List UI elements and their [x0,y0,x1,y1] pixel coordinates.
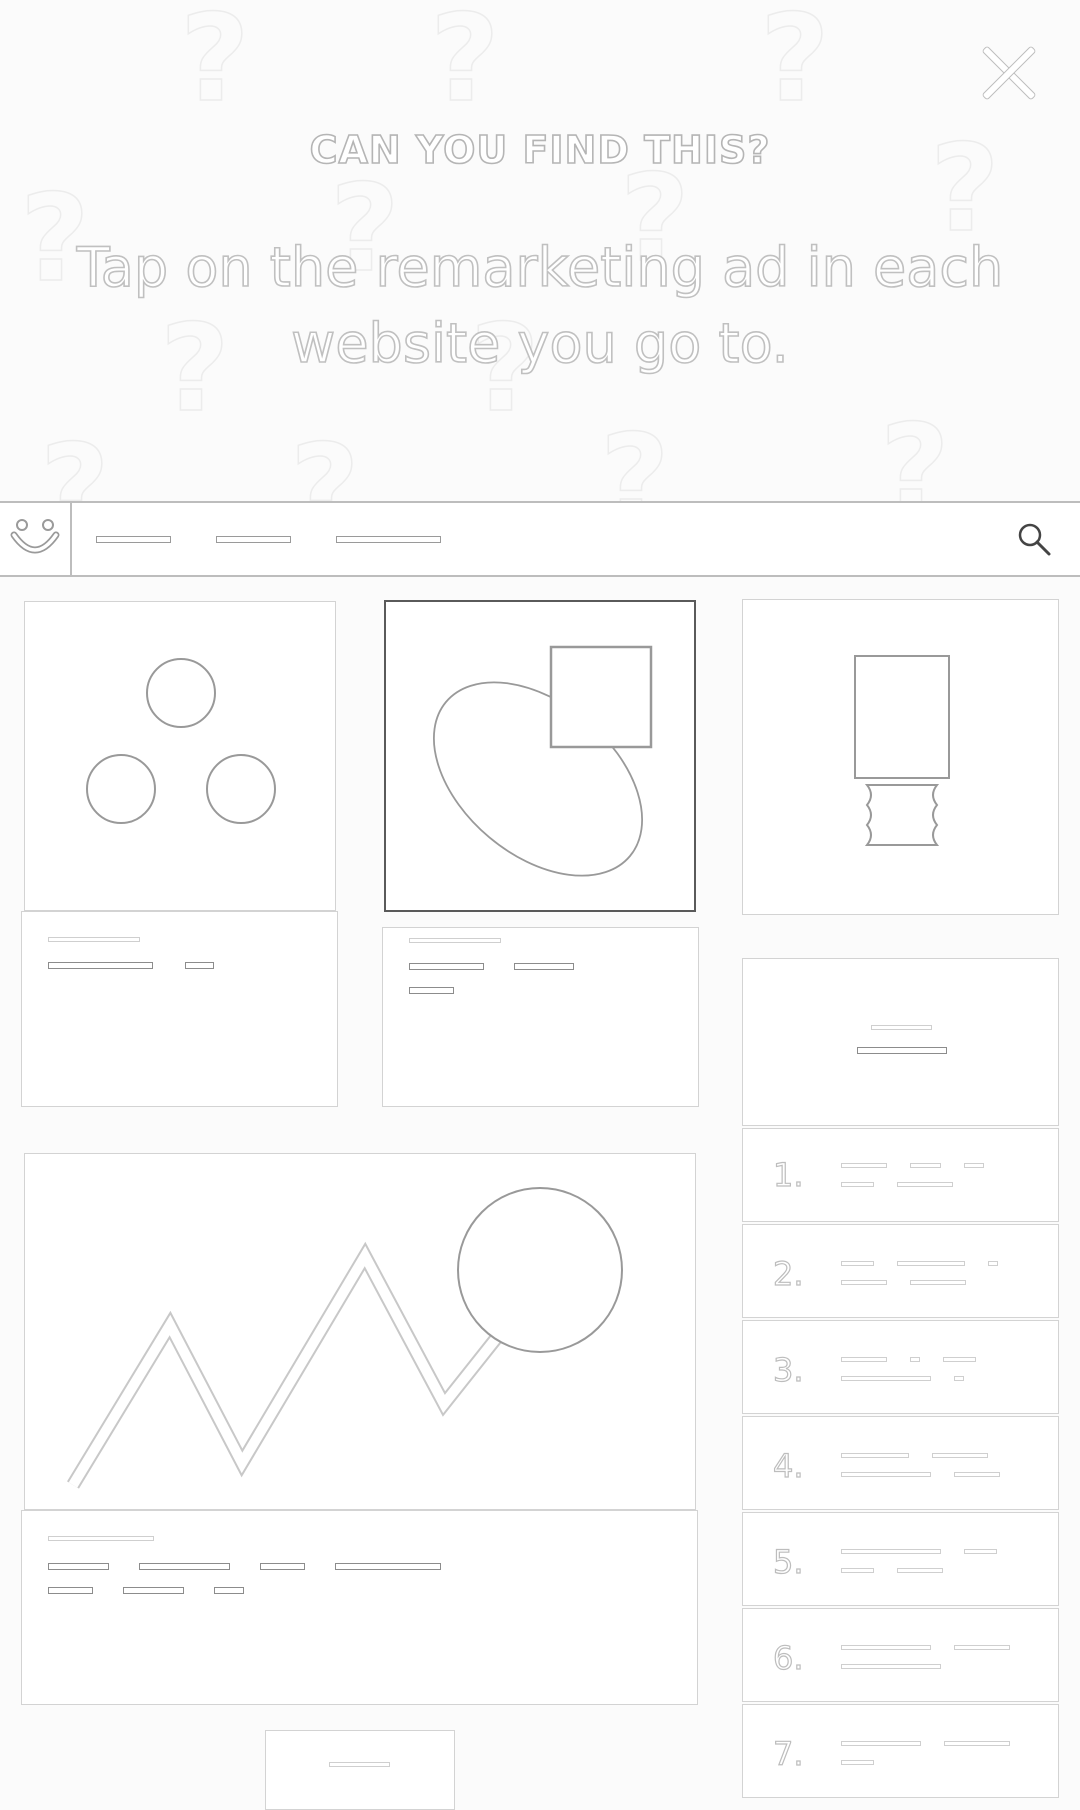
list-item[interactable]: 6. [742,1608,1059,1702]
list-item[interactable]: 1. [742,1128,1059,1222]
site-header-bar [0,501,1080,577]
list-item[interactable]: 4. [742,1416,1059,1510]
text-placeholder [841,1376,931,1381]
question-mark-icon: ? [429,0,500,130]
content-card-text[interactable] [742,958,1059,1126]
text-placeholder [841,1182,874,1187]
text-placeholder [871,1025,932,1030]
list-number: 2. [772,1254,804,1293]
text-placeholder [409,963,484,970]
text-placeholder [910,1357,920,1362]
close-icon[interactable] [978,42,1038,102]
content-card-text[interactable] [382,927,699,1107]
text-placeholder [988,1261,998,1266]
content-card-text[interactable] [21,911,338,1107]
text-placeholder [841,1163,887,1168]
text-placeholder [329,1762,390,1767]
list-item[interactable]: 5. [742,1512,1059,1606]
instruction-text: Tap on the remarketing ad in each websit… [76,235,1004,376]
text-placeholder [409,938,501,943]
list-item[interactable]: 3. [742,1320,1059,1414]
text-placeholder [48,962,153,969]
text-placeholder [841,1549,941,1554]
text-placeholder [123,1587,184,1594]
text-placeholder [841,1741,921,1746]
text-placeholder [897,1182,953,1187]
text-placeholder [897,1568,943,1573]
content-card-small[interactable] [265,1730,455,1810]
text-placeholder [48,1587,93,1594]
text-placeholder [841,1453,909,1458]
list-number: 7. [772,1734,804,1773]
text-placeholder [857,1047,947,1054]
text-placeholder [841,1664,941,1669]
list-item[interactable]: 2. [742,1224,1059,1318]
list-number: 1. [772,1155,804,1194]
text-placeholder [910,1280,966,1285]
text-placeholder [260,1563,305,1570]
text-placeholder [944,1741,1010,1746]
text-placeholder [932,1453,988,1458]
text-placeholder [841,1760,874,1765]
search-icon[interactable] [1016,521,1052,557]
text-placeholder [841,1261,874,1266]
text-placeholder [48,1536,154,1541]
content-card-text[interactable] [21,1510,698,1705]
page-heading: CAN YOU FIND THIS? [309,127,771,173]
text-placeholder [514,963,574,970]
text-placeholder [139,1563,230,1570]
text-placeholder [214,1587,244,1594]
remarketing-ad-card[interactable] [384,600,696,912]
text-placeholder [841,1280,887,1285]
text-placeholder [841,1472,931,1477]
question-mark-icon: ? [179,0,250,130]
text-placeholder [335,1563,441,1570]
content-card-image[interactable] [24,1153,696,1510]
content-card-image[interactable] [24,601,336,911]
question-mark-icon: ? [759,0,830,130]
text-placeholder [48,937,140,942]
list-item[interactable]: 7. [742,1704,1059,1798]
text-placeholder [910,1163,941,1168]
list-number: 4. [772,1446,804,1485]
text-placeholder [964,1549,997,1554]
list-number: 5. [772,1542,804,1581]
text-placeholder [964,1163,984,1168]
text-placeholder [48,1563,109,1570]
nav-link[interactable] [216,536,291,543]
text-placeholder [185,962,214,969]
smiley-logo-icon[interactable] [0,503,72,575]
nav-link[interactable] [96,536,171,543]
content-card-image[interactable] [742,599,1059,915]
text-placeholder [943,1357,976,1362]
list-number: 3. [772,1350,804,1389]
text-placeholder [841,1357,887,1362]
text-placeholder [897,1261,965,1266]
text-placeholder [841,1645,931,1650]
text-placeholder [954,1645,1010,1650]
text-placeholder [954,1376,964,1381]
text-placeholder [954,1472,1000,1477]
text-placeholder [841,1568,874,1573]
text-placeholder [409,987,454,994]
nav-link[interactable] [336,536,441,543]
list-number: 6. [772,1638,804,1677]
